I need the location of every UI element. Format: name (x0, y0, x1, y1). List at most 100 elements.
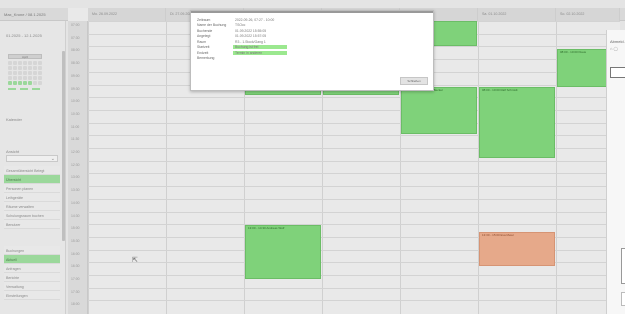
mini-calendar-day[interactable] (28, 66, 32, 70)
mini-calendar-day[interactable] (23, 66, 27, 70)
mini-calendar-grid[interactable] (8, 61, 42, 85)
sidebar-item[interactable]: Einstellungen (4, 291, 60, 300)
nav-list-secondary: Buchungen Aktuell Anfragen Berichte Verwaltu… (4, 246, 60, 300)
time-label: 10:30 (71, 111, 80, 116)
popup-titlebar[interactable] (191, 11, 433, 13)
mini-calendar-day[interactable] (13, 76, 17, 80)
sidebar-item[interactable]: Schulungsraum buchen (4, 211, 60, 220)
mini-calendar-day[interactable] (23, 76, 27, 80)
calendar-event[interactable]: 13:30 - 15:00 Eva Meier (479, 231, 555, 267)
sidebar-item[interactable]: Anfragen (4, 264, 60, 273)
mini-calendar-day[interactable] (13, 81, 17, 85)
time-label: 07:00 (71, 23, 80, 27)
calendar-event[interactable]: 08:00 - 10:00 Michael Becker (401, 87, 477, 135)
sidebar-item[interactable]: Personen planen (4, 184, 60, 193)
right-panel-title: Abmeld. (610, 39, 625, 44)
row-divider (88, 160, 620, 162)
sidebar-item[interactable]: Übersicht (4, 175, 60, 184)
detail-value: 2022-09-26, 07:27 - 10:00 (235, 17, 275, 22)
mini-calendar-day[interactable] (38, 66, 42, 70)
detail-key: Zeitraum (197, 17, 211, 22)
calendar-event[interactable]: 13:00 - 14:30 Andreas Wolf (245, 225, 321, 279)
mini-calendar-day[interactable] (13, 66, 17, 70)
sidebar-item[interactable]: Benutzer (4, 220, 60, 229)
event-label: 08:00 - 10:00 Ralf Schmidt (482, 88, 518, 93)
time-label: 17:30 (71, 289, 80, 294)
home-icon[interactable]: ⌂ ◯ (610, 46, 618, 51)
time-label: 11:00 (71, 124, 80, 129)
row-divider (88, 198, 620, 200)
mini-calendar-day[interactable] (18, 71, 22, 75)
close-button[interactable]: Schließen (400, 77, 428, 85)
mini-calendar-day[interactable] (33, 61, 37, 65)
mini-calendar-day[interactable] (38, 76, 42, 80)
time-label: 13:00 (71, 175, 80, 180)
day-header[interactable]: So. 02.10.2022 (556, 8, 620, 21)
time-label: 15:30 (71, 238, 80, 243)
mini-calendar-day[interactable] (8, 61, 12, 65)
time-label: 14:00 (71, 200, 80, 205)
date-range: 01.2025 - 12.1.2025 (6, 33, 42, 38)
mini-calendar-day[interactable] (28, 61, 32, 65)
detail-value: TSOcc (235, 23, 246, 28)
mini-calendar-day[interactable] (8, 81, 12, 85)
mini-calendar-day[interactable] (8, 76, 12, 80)
sidebar-scrollbar[interactable] (62, 51, 65, 241)
mini-calendar-day[interactable] (18, 61, 22, 65)
mouse-cursor-icon: ⇱ (132, 257, 138, 264)
time-label: 15:00 (71, 226, 80, 231)
view-select[interactable]: ⌄ (6, 155, 58, 162)
sidebar-item[interactable]: Gesamtübersicht Belegt (4, 166, 60, 175)
mini-calendar-day[interactable] (28, 81, 32, 85)
sidebar-item[interactable]: Verwaltung (4, 282, 60, 291)
mini-calendar-day[interactable] (23, 81, 27, 85)
mini-calendar-day[interactable] (33, 71, 37, 75)
mini-calendar-day[interactable] (33, 76, 37, 80)
booking-details-list: Zeitraum 2022-09-26, 07:27 - 10:00 Name de… (197, 17, 337, 61)
detail-key: Raum (197, 39, 207, 44)
detail-value: 01.09.2022 15:57:05 (235, 34, 267, 39)
mini-calendar-day[interactable] (18, 76, 22, 80)
booking-details-popup: Zeitraum 2022-09-26, 07:27 - 10:00 Name de… (190, 10, 434, 91)
mini-calendar-day[interactable] (38, 61, 42, 65)
mini-calendar-day[interactable] (38, 71, 42, 75)
mini-calendar-day[interactable] (13, 61, 17, 65)
time-label: 10:00 (71, 99, 80, 104)
sidebar-item[interactable]: Leihgeräte (4, 193, 60, 202)
mini-calendar-day[interactable] (28, 71, 32, 75)
column-divider (478, 21, 479, 314)
detail-key: Name der Buchung (197, 23, 227, 28)
right-panel-widget[interactable] (621, 248, 625, 284)
sidebar-item[interactable]: Buchungen (4, 246, 60, 255)
mini-calendar-day[interactable] (8, 66, 12, 70)
detail-row: Bemerkung (197, 56, 337, 62)
right-panel-widget-small[interactable] (621, 292, 625, 306)
row-divider (88, 211, 620, 213)
right-panel: Abmeld. ⌂ ◯ (606, 30, 625, 314)
calendar-event[interactable]: 08:00 - 10:00 Ralf Schmidt (479, 87, 555, 159)
mini-calendar-day[interactable] (13, 71, 17, 75)
mini-calendar[interactable]: April (8, 54, 42, 94)
row-divider (88, 186, 620, 188)
mini-calendar-day[interactable] (18, 81, 22, 85)
detail-value: 01.09.2022 15:55:05 (235, 28, 267, 33)
sidebar: 01.2025 - 12.1.2025 April Kalender Ansic… (0, 21, 66, 314)
mini-calendar-header[interactable]: April (8, 54, 42, 59)
time-label: 13:30 (71, 188, 80, 193)
mini-calendar-day[interactable] (38, 81, 42, 85)
mini-calendar-day[interactable] (23, 61, 27, 65)
time-label: 14:30 (71, 213, 80, 218)
mini-calendar-day[interactable] (18, 66, 22, 70)
sidebar-item[interactable]: Räume verwalten (4, 202, 60, 211)
mini-calendar-day[interactable] (23, 71, 27, 75)
mini-calendar-day[interactable] (28, 76, 32, 80)
mini-calendar-day[interactable] (33, 81, 37, 85)
mini-calendar-day[interactable] (8, 71, 12, 75)
right-panel-field[interactable] (610, 67, 625, 78)
detail-value: R3 - 1.Stock/Gang 1 (235, 39, 266, 44)
mini-calendar-day[interactable] (33, 66, 37, 70)
day-header[interactable]: Sa. 01.10.2022 (478, 8, 556, 21)
sidebar-item[interactable]: Berichte (4, 273, 60, 282)
day-header[interactable]: Mo. 26.09.2022 (88, 8, 166, 21)
sidebar-item[interactable]: Aktuell (4, 255, 60, 264)
